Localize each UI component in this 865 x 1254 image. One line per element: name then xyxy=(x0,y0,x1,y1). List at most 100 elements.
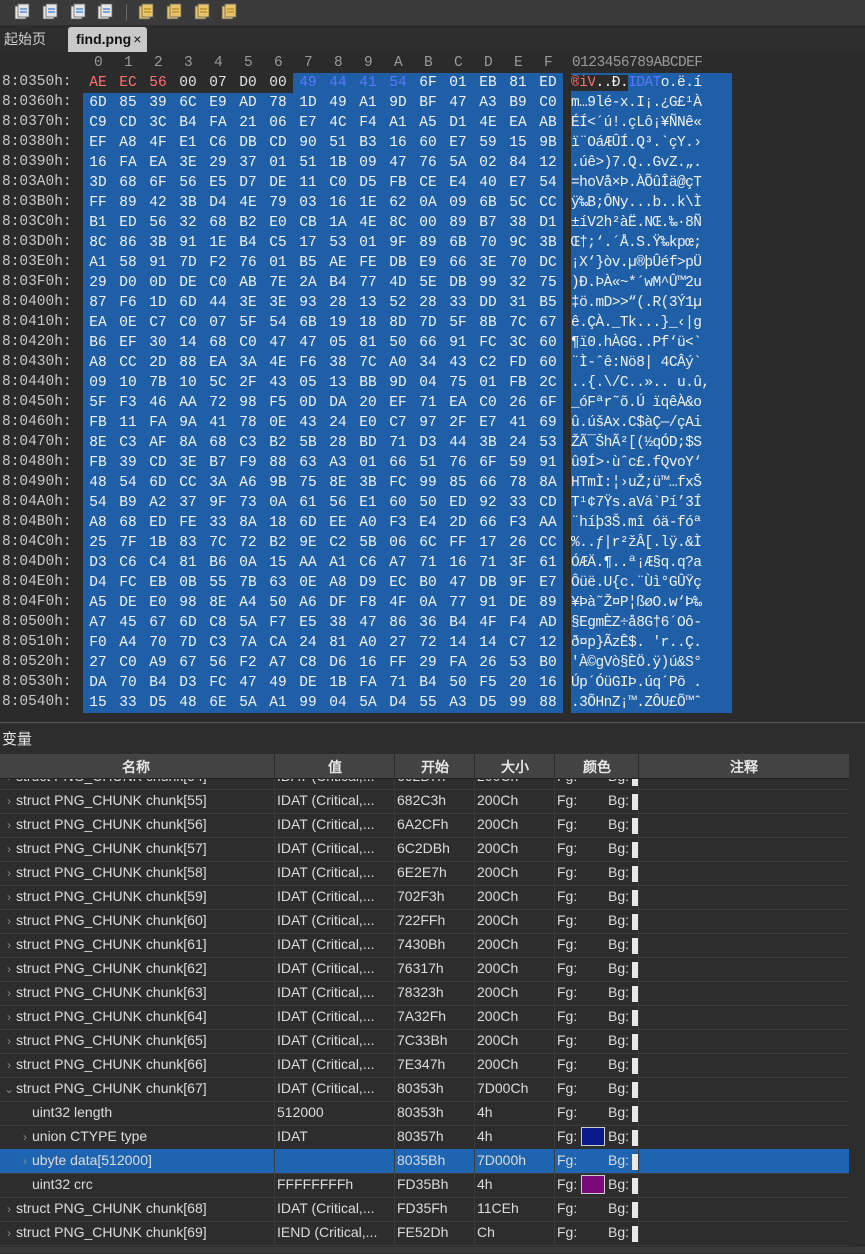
hex-byte[interactable]: 32 xyxy=(503,273,533,293)
table-row[interactable]: › struct PNG_CHUNK chunk[65] IDAT (Critica… xyxy=(0,1029,849,1054)
hex-byte[interactable]: 6C xyxy=(173,93,203,113)
hex-byte[interactable]: C7 xyxy=(503,633,533,653)
hex-byte[interactable]: 78 xyxy=(233,413,263,433)
hex-byte[interactable]: 19 xyxy=(323,313,353,333)
hex-byte[interactable]: 50 xyxy=(263,593,293,613)
hex-byte[interactable]: 06 xyxy=(383,533,413,553)
hex-byte[interactable]: EC xyxy=(113,73,143,93)
hex-byte[interactable]: 71 xyxy=(383,433,413,453)
table-row[interactable]: › struct PNG_CHUNK chunk[58] IDAT (Critica… xyxy=(0,861,849,886)
hex-byte[interactable]: 99 xyxy=(473,273,503,293)
hex-byte[interactable]: D4 xyxy=(203,193,233,213)
ascii-column[interactable]: HTmÌ:¦›uŽ;ü™…fxŠ xyxy=(571,473,732,493)
hex-byte[interactable]: CA xyxy=(263,633,293,653)
hex-byte[interactable]: DA xyxy=(83,673,113,693)
hex-byte[interactable]: A8 xyxy=(83,353,113,373)
hex-byte[interactable]: 48 xyxy=(83,473,113,493)
hex-byte[interactable]: 51 xyxy=(413,453,443,473)
hex-byte[interactable]: 6B xyxy=(293,313,323,333)
fg-color-swatch[interactable] xyxy=(581,1175,605,1194)
hex-byte[interactable]: 05 xyxy=(323,333,353,353)
hex-byte[interactable]: AD xyxy=(233,93,263,113)
hex-byte[interactable]: 33 xyxy=(443,293,473,313)
ascii-column[interactable]: ÓÆÄ.¶..ª¡Æ§q.q?a xyxy=(571,553,732,573)
hex-byte[interactable]: FE xyxy=(173,513,203,533)
expand-arrow-icon[interactable]: › xyxy=(2,842,16,856)
hex-byte[interactable]: A3 xyxy=(473,93,503,113)
hex-byte[interactable]: B4 xyxy=(413,673,443,693)
hex-byte[interactable]: 5A xyxy=(443,153,473,173)
hex-byte[interactable]: DE xyxy=(263,173,293,193)
hex-byte[interactable]: C7 xyxy=(383,413,413,433)
hex-byte[interactable]: 44 xyxy=(443,433,473,453)
hex-byte[interactable]: 66 xyxy=(473,473,503,493)
hex-byte[interactable]: 33 xyxy=(203,513,233,533)
ascii-column[interactable]: ¥Þà˜Ž¤P¦ßøO.w‘Þ‰ xyxy=(571,593,732,613)
hex-byte[interactable]: 02 xyxy=(473,153,503,173)
hex-byte[interactable]: FB xyxy=(83,453,113,473)
hex-byte[interactable]: C3 xyxy=(113,433,143,453)
hex-byte[interactable]: D5 xyxy=(353,173,383,193)
hex-byte[interactable]: 68 xyxy=(113,513,143,533)
table-row[interactable]: › struct PNG_CHUNK chunk[57] IDAT (Critica… xyxy=(0,837,849,862)
hex-byte[interactable]: 7B xyxy=(143,373,173,393)
hex-byte[interactable]: 55 xyxy=(413,693,443,713)
hex-byte[interactable]: 2D xyxy=(443,513,473,533)
hex-byte[interactable]: F5 xyxy=(263,393,293,413)
hex-byte[interactable]: C5 xyxy=(263,233,293,253)
hex-byte[interactable]: 6D xyxy=(143,473,173,493)
hex-byte[interactable]: 70 xyxy=(113,673,143,693)
hex-byte[interactable]: D0 xyxy=(233,73,263,93)
hex-byte[interactable]: C7 xyxy=(143,313,173,333)
ascii-column[interactable]: %..ƒ|r²žÂ[.lÿ.&Ì xyxy=(571,533,732,553)
hex-byte[interactable]: B0 xyxy=(413,573,443,593)
hex-byte[interactable]: 24 xyxy=(503,433,533,453)
hex-byte[interactable]: 4F xyxy=(143,133,173,153)
hex-byte[interactable]: 5B xyxy=(353,533,383,553)
hex-byte[interactable]: 00 xyxy=(413,213,443,233)
hex-byte[interactable]: 9F xyxy=(383,233,413,253)
hex-byte[interactable]: A5 xyxy=(83,593,113,613)
ascii-column[interactable]: )Ð.ÞÀ«~*´wM^Û™2u xyxy=(571,273,732,293)
hex-byte[interactable]: 83 xyxy=(173,533,203,553)
hex-byte[interactable]: ED xyxy=(533,73,563,93)
hex-byte[interactable]: 4F xyxy=(473,613,503,633)
hex-byte[interactable]: 78 xyxy=(503,473,533,493)
hex-byte[interactable]: E5 xyxy=(293,613,323,633)
hex-byte[interactable]: A1 xyxy=(263,693,293,713)
hex-byte[interactable]: 47 xyxy=(263,333,293,353)
hex-byte[interactable]: B4 xyxy=(173,113,203,133)
hex-byte[interactable]: F8 xyxy=(353,593,383,613)
hex-byte[interactable]: 3E xyxy=(233,293,263,313)
hex-byte[interactable]: 4D xyxy=(383,273,413,293)
hex-byte[interactable]: 0A xyxy=(413,193,443,213)
hex-byte[interactable]: 01 xyxy=(263,253,293,273)
hex-byte[interactable]: 3B xyxy=(353,473,383,493)
hex-byte[interactable]: 56 xyxy=(203,653,233,673)
hex-byte[interactable]: 75 xyxy=(533,273,563,293)
hex-byte[interactable]: 71 xyxy=(413,553,443,573)
ascii-column[interactable]: ¶ï0.hÀGG..Pf‘ü<` xyxy=(571,333,732,353)
hex-byte[interactable]: 89 xyxy=(413,233,443,253)
hex-byte[interactable]: A0 xyxy=(353,633,383,653)
hex-byte[interactable]: 3B xyxy=(143,233,173,253)
hex-byte[interactable]: 04 xyxy=(413,373,443,393)
hex-byte[interactable]: B2 xyxy=(263,433,293,453)
hex-byte[interactable]: 1E xyxy=(353,193,383,213)
hex-byte[interactable]: 7E xyxy=(263,273,293,293)
column-name[interactable]: 名称 xyxy=(0,757,272,777)
hex-byte[interactable]: A5 xyxy=(413,113,443,133)
hex-byte[interactable]: A1 xyxy=(353,93,383,113)
hex-byte[interactable]: 16 xyxy=(443,553,473,573)
hex-byte[interactable]: 60 xyxy=(533,353,563,373)
hex-byte[interactable]: 37 xyxy=(173,493,203,513)
hex-byte[interactable]: E0 xyxy=(353,413,383,433)
hex-byte[interactable]: B1 xyxy=(83,213,113,233)
hex-byte[interactable]: AB xyxy=(533,113,563,133)
hex-byte[interactable]: 16 xyxy=(83,153,113,173)
hex-byte[interactable]: 81 xyxy=(323,633,353,653)
hex-byte[interactable]: A7 xyxy=(263,653,293,673)
hex-byte[interactable]: 66 xyxy=(473,513,503,533)
hex-byte[interactable]: 8E xyxy=(83,433,113,453)
hex-byte[interactable]: C8 xyxy=(203,613,233,633)
